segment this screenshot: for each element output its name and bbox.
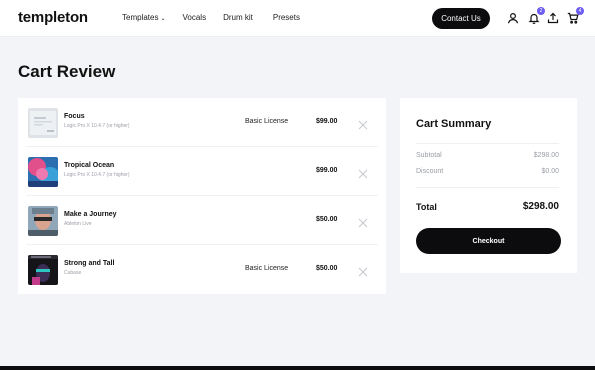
item-subtitle: Logic Pro X 10.4.7 (or higher) xyxy=(64,123,130,129)
remove-item-button[interactable] xyxy=(358,264,368,277)
nav-item-label: Vocals xyxy=(182,13,207,22)
cart-item-row: Make a Journey Ableton Live $50.00 xyxy=(18,196,386,245)
remove-item-button[interactable] xyxy=(358,215,368,228)
notification-badge: 2 xyxy=(537,7,545,15)
item-title[interactable]: Strong and Tall xyxy=(64,260,114,267)
subtotal-value: $298.00 xyxy=(533,152,559,159)
close-icon xyxy=(358,169,368,179)
contact-us-button[interactable]: Contact Us xyxy=(432,8,490,29)
main-nav: Templates ⌄ Vocals Drum kit Presets xyxy=(122,13,317,22)
checkout-button[interactable]: Checkout xyxy=(416,228,561,254)
item-price: $50.00 xyxy=(316,265,338,272)
cart-item-row: Focus Logic Pro X 10.4.7 (or higher) Bas… xyxy=(18,98,386,147)
footer-bar xyxy=(0,366,595,370)
bell-icon[interactable]: 2 xyxy=(527,7,545,25)
item-price: $99.00 xyxy=(316,118,338,125)
nav-item-presets[interactable]: Presets xyxy=(273,13,300,22)
summary-title: Cart Summary xyxy=(416,118,492,130)
item-subtitle: Cubase xyxy=(64,270,82,276)
upload-icon[interactable] xyxy=(546,11,560,25)
user-icon[interactable] xyxy=(506,11,520,25)
top-header: templeton Templates ⌄ Vocals Drum kit Pr… xyxy=(0,0,595,37)
nav-item-vocals[interactable]: Vocals xyxy=(183,13,207,22)
discount-label: Discount xyxy=(416,168,444,175)
cart-item-row: Tropical Ocean Logic Pro X 10.4.7 (or hi… xyxy=(18,147,386,196)
remove-item-button[interactable] xyxy=(358,117,368,130)
nav-item-drum-kit[interactable]: Drum kit xyxy=(223,13,253,22)
item-price: $50.00 xyxy=(316,216,338,223)
page-title: Cart Review xyxy=(18,62,116,81)
close-icon xyxy=(358,267,368,277)
nav-item-label: Presets xyxy=(272,13,300,22)
cart-items-panel: Focus Logic Pro X 10.4.7 (or higher) Bas… xyxy=(18,98,386,294)
remove-item-button[interactable] xyxy=(358,166,368,179)
item-subtitle: Ableton Live xyxy=(64,221,92,227)
subtotal-label: Subtotal xyxy=(416,152,442,159)
total-value: $298.00 xyxy=(522,201,559,212)
brand-logo[interactable]: templeton xyxy=(18,9,88,26)
item-subtitle: Logic Pro X 10.4.7 (or higher) xyxy=(64,172,130,178)
cart-icon[interactable]: 4 xyxy=(566,7,584,25)
cart-count-badge: 4 xyxy=(576,7,584,15)
item-license: Basic License xyxy=(245,265,289,272)
summary-divider xyxy=(416,187,559,188)
item-title[interactable]: Focus xyxy=(64,113,85,120)
nav-item-label: Drum kit xyxy=(223,13,253,22)
item-title[interactable]: Tropical Ocean xyxy=(64,162,114,169)
discount-value: $0.00 xyxy=(541,168,559,175)
item-thumbnail-make-a-journey[interactable] xyxy=(28,206,58,236)
cart-summary-panel: Cart Summary Subtotal $298.00 Discount $… xyxy=(400,98,577,273)
item-thumbnail-tropical-ocean[interactable] xyxy=(28,157,58,187)
item-title[interactable]: Make a Journey xyxy=(64,211,117,218)
item-thumbnail-strong-and-tall[interactable] xyxy=(28,255,58,285)
nav-item-templates[interactable]: Templates ⌄ xyxy=(122,13,166,22)
nav-item-label: Templates xyxy=(122,13,159,22)
close-icon xyxy=(358,120,368,130)
cart-item-row: Strong and Tall Cubase Basic License $50… xyxy=(18,245,386,294)
item-thumbnail-focus[interactable] xyxy=(28,108,58,138)
total-label: Total xyxy=(416,202,437,212)
item-price: $99.00 xyxy=(316,167,338,174)
item-license: Basic License xyxy=(245,118,289,125)
summary-divider xyxy=(416,143,559,144)
close-icon xyxy=(358,218,368,228)
chevron-down-icon: ⌄ xyxy=(160,15,166,22)
